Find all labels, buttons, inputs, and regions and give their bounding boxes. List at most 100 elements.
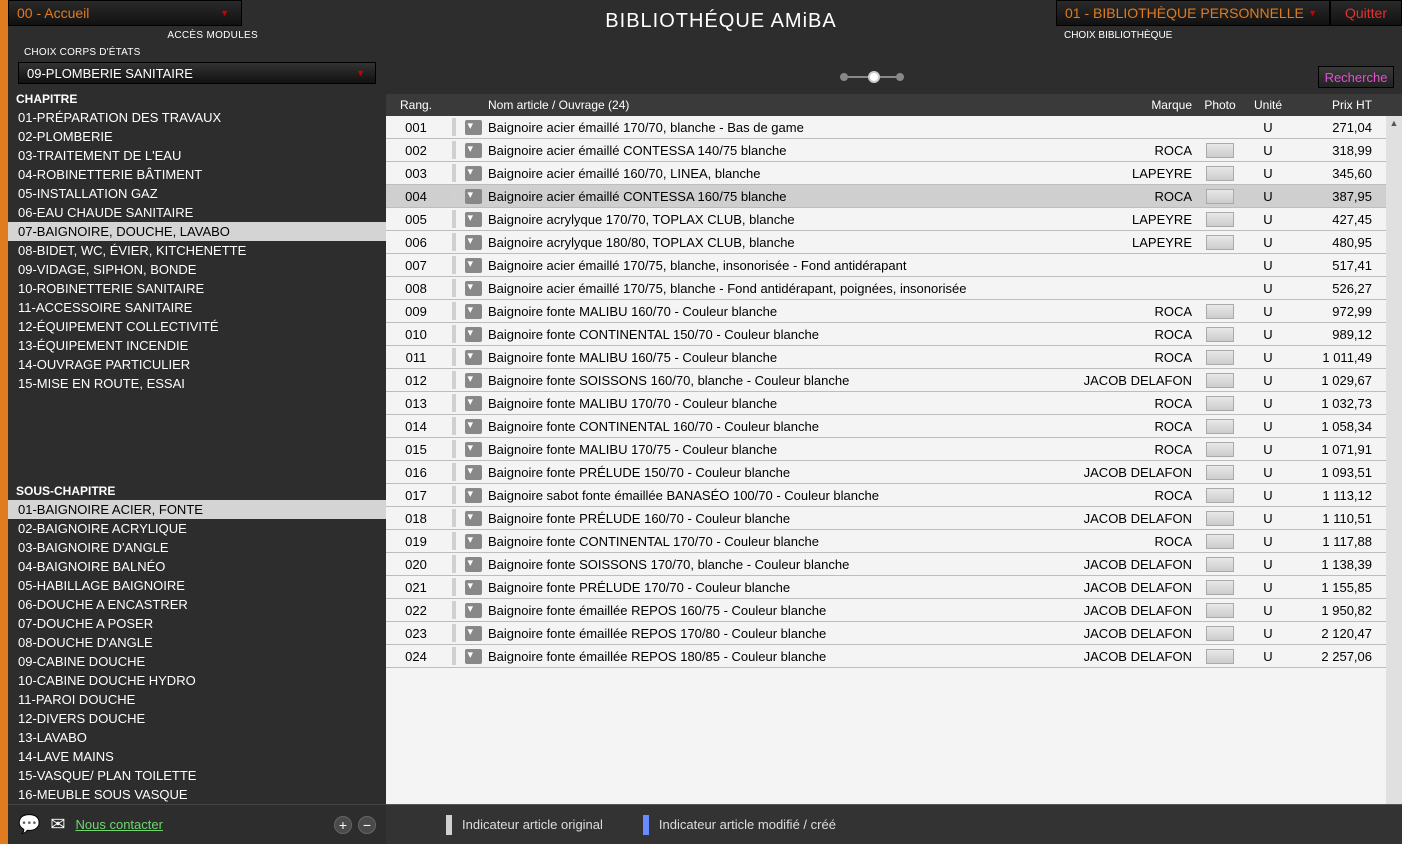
table-row[interactable]: 008Baignoire acier émaillé 170/75, blanc… (386, 277, 1386, 300)
sous-chapitre-item[interactable]: 10-CABINE DOUCHE HYDRO (8, 671, 386, 690)
chapitre-item[interactable]: 03-TRAITEMENT DE L'EAU (8, 146, 386, 165)
row-expand-icon[interactable] (465, 534, 482, 549)
sous-chapitre-item[interactable]: 14-LAVE MAINS (8, 747, 386, 766)
chapitre-item[interactable]: 13-ÉQUIPEMENT INCENDIE (8, 336, 386, 355)
table-row[interactable]: 007Baignoire acier émaillé 170/75, blanc… (386, 254, 1386, 277)
thumbnail[interactable] (1206, 419, 1234, 434)
row-expand-icon[interactable] (465, 626, 482, 641)
thumbnail[interactable] (1206, 373, 1234, 388)
mail-icon[interactable]: ✉ (50, 814, 65, 835)
table-row[interactable]: 016Baignoire fonte PRÉLUDE 150/70 - Coul… (386, 461, 1386, 484)
sous-chapitre-item[interactable]: 06-DOUCHE A ENCASTRER (8, 595, 386, 614)
thumbnail[interactable] (1206, 557, 1234, 572)
thumbnail[interactable] (1206, 304, 1234, 319)
row-expand-icon[interactable] (465, 580, 482, 595)
sous-chapitre-item[interactable]: 07-DOUCHE A POSER (8, 614, 386, 633)
table-row[interactable]: 019Baignoire fonte CONTINENTAL 170/70 - … (386, 530, 1386, 553)
sous-chapitre-item[interactable]: 02-BAIGNOIRE ACRYLIQUE (8, 519, 386, 538)
table-row[interactable]: 011Baignoire fonte MALIBU 160/75 - Coule… (386, 346, 1386, 369)
thumbnail[interactable] (1206, 580, 1234, 595)
table-row[interactable]: 018Baignoire fonte PRÉLUDE 160/70 - Coul… (386, 507, 1386, 530)
thumbnail[interactable] (1206, 465, 1234, 480)
quitter-button[interactable]: Quitter (1330, 0, 1402, 26)
row-expand-icon[interactable] (465, 465, 482, 480)
corps-etats-dropdown[interactable]: 09-PLOMBERIE SANITAIRE ▼ (18, 62, 376, 84)
thumbnail[interactable] (1206, 511, 1234, 526)
sous-chapitre-item[interactable]: 13-LAVABO (8, 728, 386, 747)
row-expand-icon[interactable] (465, 189, 482, 204)
row-expand-icon[interactable] (465, 212, 482, 227)
thumbnail[interactable] (1206, 166, 1234, 181)
sous-chapitre-item[interactable]: 15-VASQUE/ PLAN TOILETTE (8, 766, 386, 785)
row-expand-icon[interactable] (465, 327, 482, 342)
chapitre-item[interactable]: 05-INSTALLATION GAZ (8, 184, 386, 203)
chapitre-item[interactable]: 14-OUVRAGE PARTICULIER (8, 355, 386, 374)
row-expand-icon[interactable] (465, 442, 482, 457)
thumbnail[interactable] (1206, 189, 1234, 204)
table-row[interactable]: 020Baignoire fonte SOISSONS 170/70, blan… (386, 553, 1386, 576)
thumbnail[interactable] (1206, 235, 1234, 250)
thumbnail[interactable] (1206, 534, 1234, 549)
table-row[interactable]: 017Baignoire sabot fonte émaillée BANASÉ… (386, 484, 1386, 507)
sous-chapitre-item[interactable]: 11-PAROI DOUCHE (8, 690, 386, 709)
table-row[interactable]: 010Baignoire fonte CONTINENTAL 150/70 - … (386, 323, 1386, 346)
thumbnail[interactable] (1206, 350, 1234, 365)
thumbnail[interactable] (1206, 603, 1234, 618)
col-prix[interactable]: Prix HT (1294, 98, 1386, 112)
table-row[interactable]: 003Baignoire acier émaillé 160/70, LINEA… (386, 162, 1386, 185)
thumbnail[interactable] (1206, 442, 1234, 457)
sous-chapitre-item[interactable]: 01-BAIGNOIRE ACIER, FONTE (8, 500, 386, 519)
chat-icon[interactable]: 💬 (18, 814, 40, 835)
col-rang[interactable]: Rang. (386, 98, 446, 112)
table-row[interactable]: 002Baignoire acier émaillé CONTESSA 140/… (386, 139, 1386, 162)
row-expand-icon[interactable] (465, 649, 482, 664)
view-slider[interactable] (844, 76, 900, 78)
chapitre-item[interactable]: 01-PRÉPARATION DES TRAVAUX (8, 108, 386, 127)
table-row[interactable]: 001Baignoire acier émaillé 170/70, blanc… (386, 116, 1386, 139)
row-expand-icon[interactable] (465, 120, 482, 135)
row-expand-icon[interactable] (465, 603, 482, 618)
thumbnail[interactable] (1206, 488, 1234, 503)
scrollbar[interactable]: ▲ (1386, 116, 1402, 804)
thumbnail[interactable] (1206, 396, 1234, 411)
thumbnail[interactable] (1206, 649, 1234, 664)
row-expand-icon[interactable] (465, 396, 482, 411)
chapitre-item[interactable]: 07-BAIGNOIRE, DOUCHE, LAVABO (8, 222, 386, 241)
row-expand-icon[interactable] (465, 488, 482, 503)
col-photo[interactable]: Photo (1198, 98, 1242, 112)
row-expand-icon[interactable] (465, 557, 482, 572)
contact-link[interactable]: Nous contacter (76, 817, 163, 832)
scroll-up-icon[interactable]: ▲ (1387, 116, 1401, 130)
row-expand-icon[interactable] (465, 419, 482, 434)
thumbnail[interactable] (1206, 327, 1234, 342)
sous-chapitre-item[interactable]: 05-HABILLAGE BAIGNOIRE (8, 576, 386, 595)
thumbnail[interactable] (1206, 143, 1234, 158)
chapitre-item[interactable]: 08-BIDET, WC, ÉVIER, KITCHENETTE (8, 241, 386, 260)
row-expand-icon[interactable] (465, 304, 482, 319)
sous-chapitre-item[interactable]: 04-BAIGNOIRE BALNÉO (8, 557, 386, 576)
table-row[interactable]: 004Baignoire acier émaillé CONTESSA 160/… (386, 185, 1386, 208)
table-row[interactable]: 015Baignoire fonte MALIBU 170/75 - Coule… (386, 438, 1386, 461)
bibliotheque-dropdown[interactable]: 01 - BIBLIOTHÈQUE PERSONNELLE ▼ (1056, 0, 1330, 26)
chapitre-item[interactable]: 12-ÉQUIPEMENT COLLECTIVITÉ (8, 317, 386, 336)
row-expand-icon[interactable] (465, 235, 482, 250)
table-row[interactable]: 013Baignoire fonte MALIBU 170/70 - Coule… (386, 392, 1386, 415)
zoom-in-button[interactable]: + (334, 816, 352, 834)
table-row[interactable]: 021Baignoire fonte PRÉLUDE 170/70 - Coul… (386, 576, 1386, 599)
chapitre-item[interactable]: 06-EAU CHAUDE SANITAIRE (8, 203, 386, 222)
row-expand-icon[interactable] (465, 350, 482, 365)
col-unite[interactable]: Unité (1242, 98, 1294, 112)
table-row[interactable]: 023Baignoire fonte émaillée REPOS 170/80… (386, 622, 1386, 645)
chapitre-item[interactable]: 10-ROBINETTERIE SANITAIRE (8, 279, 386, 298)
row-expand-icon[interactable] (465, 281, 482, 296)
chapitre-item[interactable]: 02-PLOMBERIE (8, 127, 386, 146)
sous-chapitre-item[interactable]: 09-CABINE DOUCHE (8, 652, 386, 671)
chapitre-item[interactable]: 11-ACCESSOIRE SANITAIRE (8, 298, 386, 317)
col-name[interactable]: Nom article / Ouvrage (24) (484, 98, 1068, 112)
sous-chapitre-item[interactable]: 12-DIVERS DOUCHE (8, 709, 386, 728)
chapitre-item[interactable]: 15-MISE EN ROUTE, ESSAI (8, 374, 386, 393)
row-expand-icon[interactable] (465, 511, 482, 526)
table-row[interactable]: 012Baignoire fonte SOISSONS 160/70, blan… (386, 369, 1386, 392)
sous-chapitre-item[interactable]: 08-DOUCHE D'ANGLE (8, 633, 386, 652)
table-row[interactable]: 006Baignoire acrylyque 180/80, TOPLAX CL… (386, 231, 1386, 254)
